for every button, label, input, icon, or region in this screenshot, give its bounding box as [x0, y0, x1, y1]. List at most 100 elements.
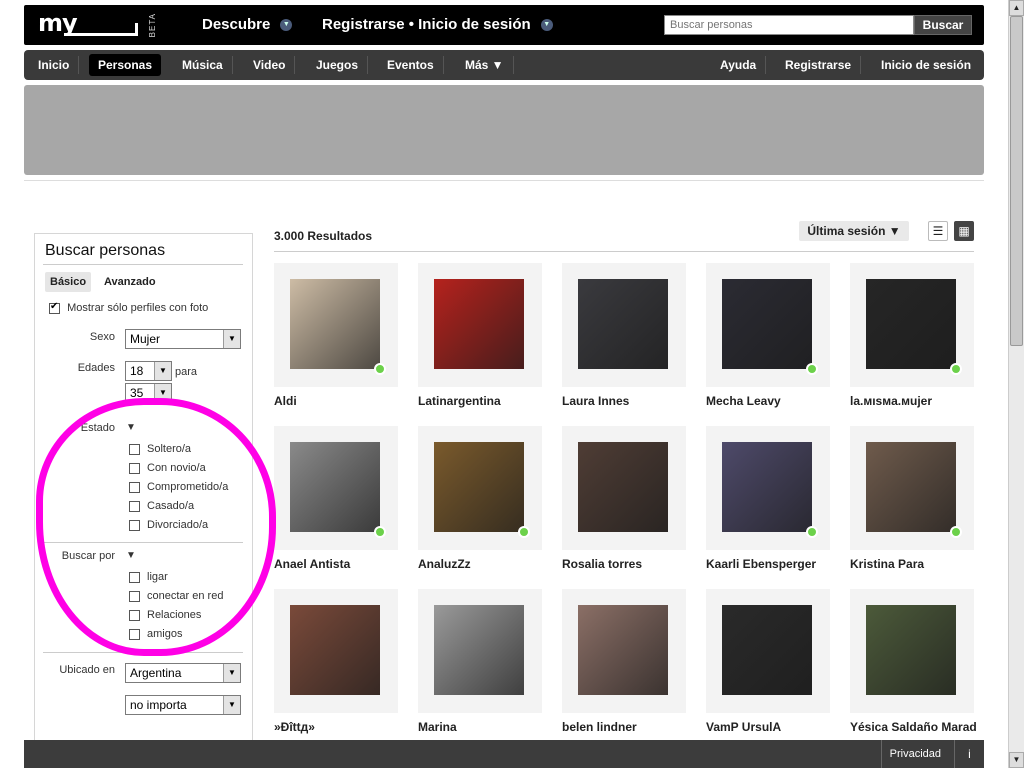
nav-item-eventos[interactable]: Eventos — [378, 50, 444, 80]
profile-card[interactable] — [850, 263, 974, 387]
status-option[interactable]: Divorciado/a — [129, 519, 208, 531]
tab-avanzado[interactable]: Avanzado — [99, 272, 161, 292]
nav-item-inicio-sesion[interactable]: Inicio de sesión — [872, 50, 980, 80]
photos-only-option[interactable]: Mostrar sólo perfiles con foto — [49, 301, 208, 314]
profile-name-link[interactable]: »Ðîttд» — [274, 720, 315, 734]
profile-photo[interactable] — [578, 605, 668, 695]
profile-name-link[interactable]: Latinargentina — [418, 394, 501, 408]
grid-view-icon[interactable]: ▦ — [954, 221, 974, 241]
info-icon[interactable]: i — [954, 740, 984, 768]
checkbox-icon[interactable] — [129, 519, 140, 531]
scroll-down-icon[interactable]: ▼ — [1009, 752, 1024, 768]
profile-card[interactable] — [274, 589, 398, 713]
profile-card[interactable] — [850, 426, 974, 550]
checkbox-icon[interactable] — [129, 628, 140, 640]
list-view-icon[interactable]: ☰ — [928, 221, 948, 241]
profile-card[interactable] — [706, 426, 830, 550]
search-for-option[interactable]: Relaciones — [129, 609, 201, 621]
nav-item-ayuda[interactable]: Ayuda — [711, 50, 767, 80]
checkbox-icon[interactable] — [49, 301, 60, 314]
checkbox-icon[interactable] — [129, 571, 140, 583]
dropdown-icon[interactable]: ▼ — [223, 696, 240, 714]
register-login-menu[interactable]: Registrarse • Inicio de sesión ▼ — [322, 16, 553, 33]
nav-item-registrarse[interactable]: Registrarse — [776, 50, 862, 80]
profile-card[interactable] — [706, 589, 830, 713]
scroll-up-icon[interactable]: ▲ — [1009, 0, 1024, 16]
profile-photo[interactable] — [866, 279, 956, 369]
checkbox-icon[interactable] — [129, 443, 140, 455]
profile-card[interactable] — [418, 589, 542, 713]
profile-photo[interactable] — [578, 442, 668, 532]
location-select[interactable]: Argentina ▼ — [125, 663, 241, 683]
profile-photo[interactable] — [290, 442, 380, 532]
checkbox-icon[interactable] — [129, 500, 140, 512]
dropdown-icon[interactable]: ▼ — [154, 362, 171, 380]
profile-photo[interactable] — [434, 605, 524, 695]
profile-photo[interactable] — [434, 279, 524, 369]
age-min-select[interactable]: 18 ▼ — [125, 361, 172, 381]
collapse-icon[interactable]: ▼ — [126, 550, 136, 561]
search-button[interactable]: Buscar — [914, 15, 972, 35]
sort-dropdown[interactable]: Última sesión ▼ — [799, 221, 909, 241]
profile-name-link[interactable]: Marina — [418, 720, 457, 734]
profile-card[interactable] — [562, 589, 686, 713]
profile-name-link[interactable]: Yésica Saldaño Marad — [850, 720, 977, 734]
search-for-option[interactable]: ligar — [129, 571, 168, 583]
nav-item-mas[interactable]: Más ▼ — [456, 50, 514, 80]
scroll-thumb[interactable] — [1010, 16, 1023, 346]
profile-name-link[interactable]: Laura Innes — [562, 394, 629, 408]
dropdown-icon[interactable]: ▼ — [280, 19, 293, 32]
ad-banner[interactable] — [24, 85, 984, 175]
checkbox-icon[interactable] — [129, 609, 140, 621]
myspace-logo[interactable]: my BETA — [38, 9, 157, 41]
nav-item-personas[interactable]: Personas — [89, 54, 162, 76]
collapse-icon[interactable]: ▼ — [126, 422, 136, 433]
profile-photo[interactable] — [722, 442, 812, 532]
checkbox-icon[interactable] — [129, 462, 140, 474]
profile-card[interactable] — [850, 589, 974, 713]
dropdown-icon[interactable]: ▼ — [223, 664, 240, 682]
profile-name-link[interactable]: Aldi — [274, 394, 297, 408]
profile-photo[interactable] — [434, 442, 524, 532]
profile-card[interactable] — [274, 263, 398, 387]
profile-name-link[interactable]: Mecha Leavy — [706, 394, 781, 408]
status-option[interactable]: Con novio/a — [129, 462, 206, 474]
nav-item-inicio[interactable]: Inicio — [29, 50, 80, 80]
profile-name-link[interactable]: la.мısмa.мujer — [850, 394, 932, 408]
search-for-option[interactable]: conectar en red — [129, 590, 223, 602]
profile-card[interactable] — [562, 426, 686, 550]
profile-name-link[interactable]: Rosalia torres — [562, 557, 642, 571]
profile-card[interactable] — [562, 263, 686, 387]
profile-name-link[interactable]: Kristina Para — [850, 557, 924, 571]
profile-photo[interactable] — [290, 279, 380, 369]
discover-menu[interactable]: Descubre ▼ — [202, 16, 293, 33]
profile-card[interactable] — [274, 426, 398, 550]
profile-photo[interactable] — [578, 279, 668, 369]
profile-name-link[interactable]: VamP UrsulA — [706, 720, 781, 734]
location-extra-select[interactable]: no importa ▼ — [125, 695, 241, 715]
checkbox-icon[interactable] — [129, 590, 140, 602]
profile-photo[interactable] — [722, 605, 812, 695]
tab-basico[interactable]: Básico — [45, 272, 92, 292]
dropdown-icon[interactable]: ▼ — [223, 330, 240, 348]
profile-photo[interactable] — [722, 279, 812, 369]
profile-name-link[interactable]: belen lindner — [562, 720, 637, 734]
profile-photo[interactable] — [866, 442, 956, 532]
nav-item-video[interactable]: Video — [244, 50, 296, 80]
status-option[interactable]: Comprometido/a — [129, 481, 228, 493]
nav-item-musica[interactable]: Música — [173, 50, 233, 80]
profile-card[interactable] — [418, 426, 542, 550]
people-search-input[interactable] — [664, 15, 914, 35]
profile-name-link[interactable]: AnaluzZz — [418, 557, 471, 571]
age-max-select[interactable]: 35 ▼ — [125, 383, 172, 403]
scrollbar[interactable]: ▲ ▼ — [1008, 0, 1024, 768]
dropdown-icon[interactable]: ▼ — [154, 384, 171, 402]
profile-name-link[interactable]: Anael Antista — [274, 557, 350, 571]
privacy-link[interactable]: Privacidad — [880, 740, 949, 768]
search-for-option[interactable]: amigos — [129, 628, 182, 640]
profile-card[interactable] — [706, 263, 830, 387]
sex-select[interactable]: Mujer ▼ — [125, 329, 241, 349]
nav-item-juegos[interactable]: Juegos — [307, 50, 369, 80]
status-option[interactable]: Soltero/a — [129, 443, 191, 455]
status-option[interactable]: Casado/a — [129, 500, 194, 512]
